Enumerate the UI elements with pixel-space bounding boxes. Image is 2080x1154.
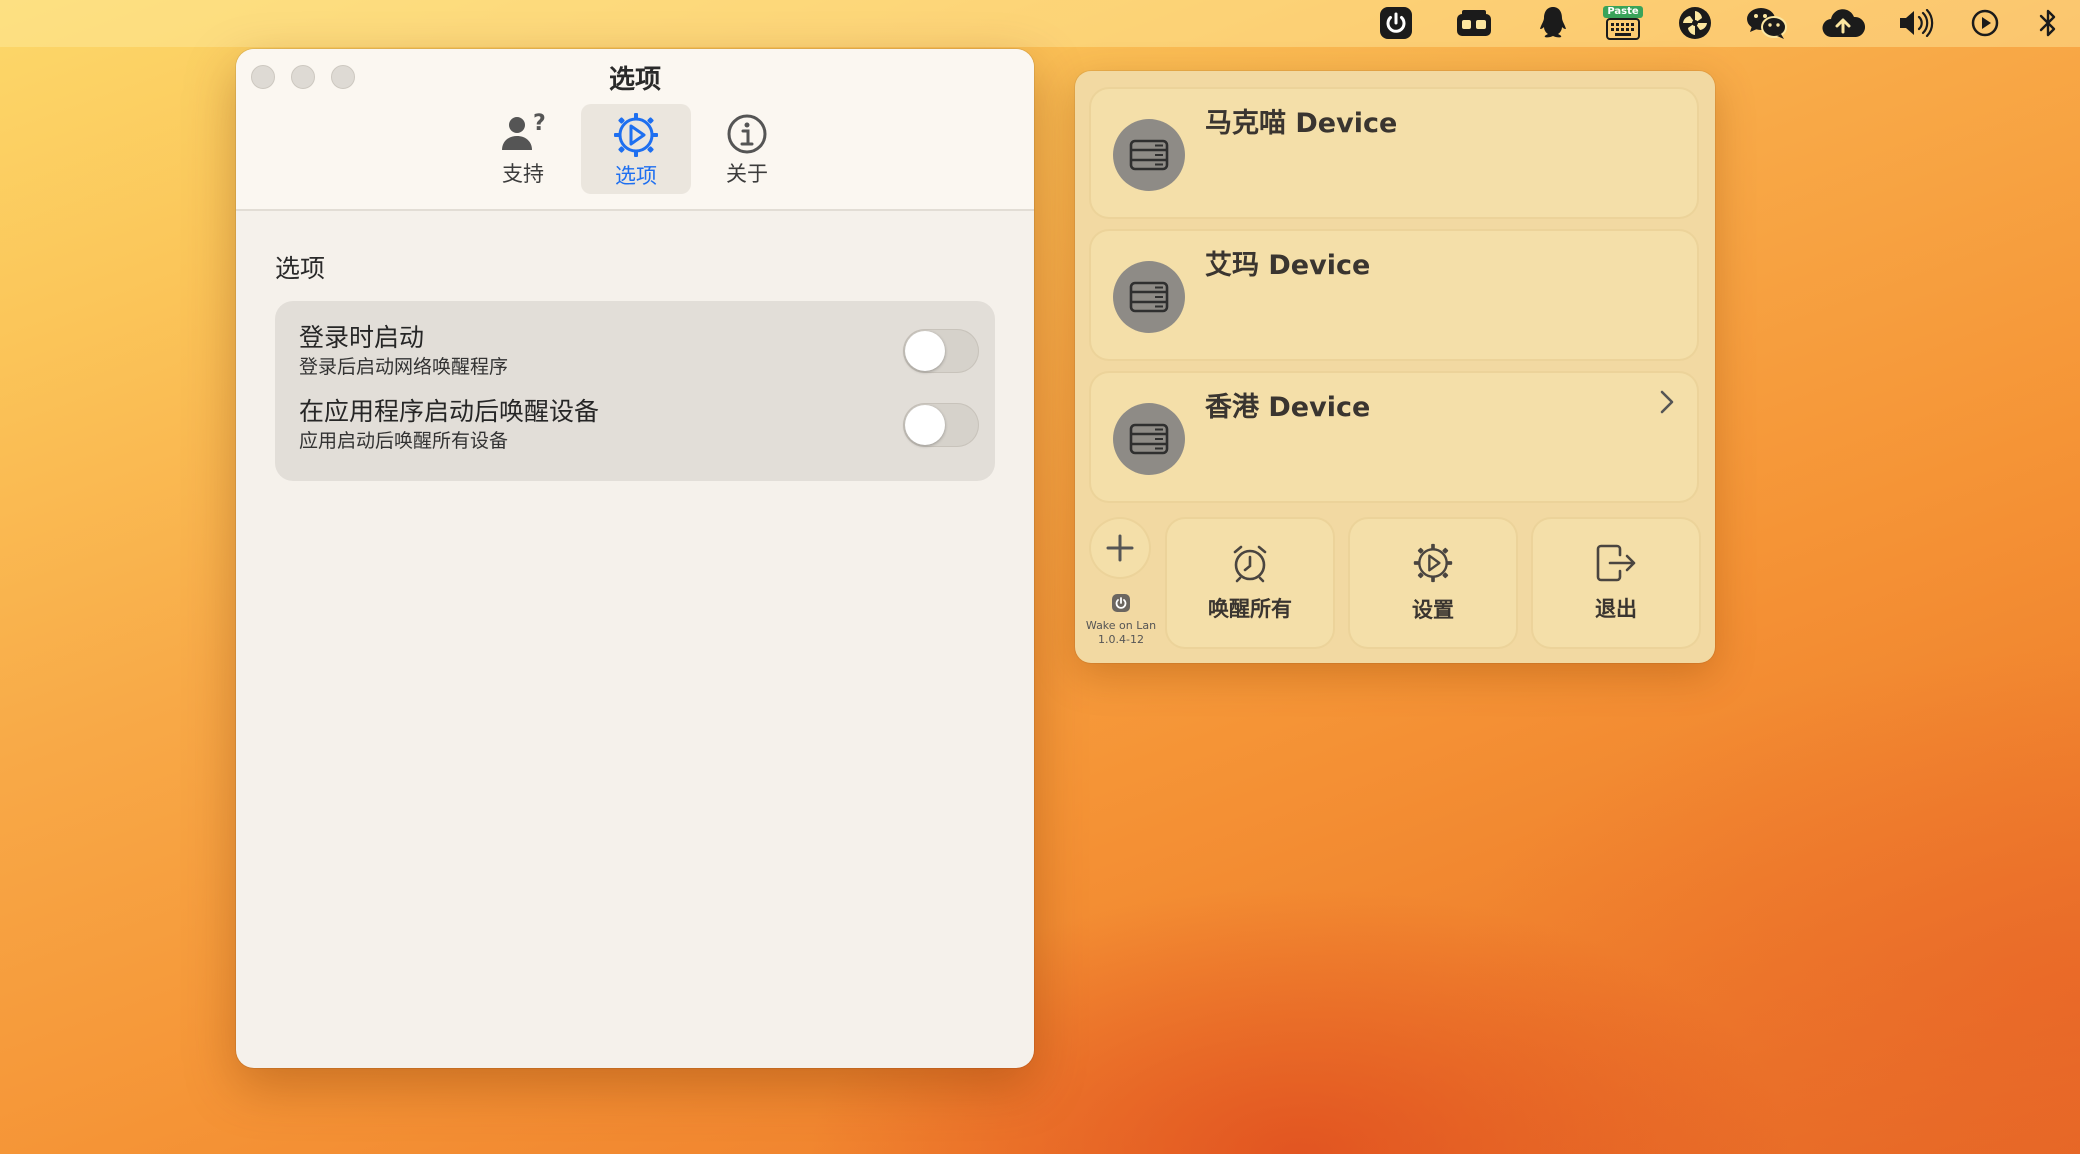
svg-text:?: ? <box>533 112 546 136</box>
device-avatar <box>1113 119 1185 191</box>
launch-at-login-toggle[interactable] <box>903 329 979 373</box>
qq-penguin-icon[interactable] <box>1536 4 1570 42</box>
tab-about-label: 关于 <box>726 162 768 186</box>
paste-badge: Paste <box>1603 6 1643 18</box>
server-icon <box>1129 139 1169 171</box>
tab-support-label: 支持 <box>502 162 544 186</box>
option-title: 登录时启动 <box>299 323 425 352</box>
app-version: 1.0.4-12 <box>1098 633 1144 646</box>
play-circle-icon[interactable] <box>1970 4 2000 42</box>
option-row-launch-at-login: 登录时启动 登录后启动网络唤醒程序 <box>299 323 979 385</box>
menu-bar: Paste <box>0 0 2080 47</box>
person-question-icon: ? <box>502 112 546 150</box>
alarm-clock-icon <box>1233 545 1267 583</box>
window-title: 选项 <box>608 65 661 95</box>
volume-icon[interactable] <box>1898 4 1934 42</box>
device-card[interactable]: 马克喵 Device <box>1091 89 1697 217</box>
settings-button[interactable]: 设置 <box>1350 519 1516 647</box>
gear-icon <box>1413 543 1453 583</box>
tab-about[interactable]: 关于 <box>692 104 802 194</box>
device-name: 马克喵 Device <box>1205 108 1398 139</box>
info-icon <box>727 114 767 154</box>
wake-all-button[interactable]: 唤醒所有 <box>1167 519 1333 647</box>
quit-button[interactable]: 退出 <box>1533 519 1699 647</box>
device-avatar <box>1113 403 1185 475</box>
wake-on-launch-toggle[interactable] <box>903 403 979 447</box>
server-icon <box>1129 281 1169 313</box>
tab-options-label: 选项 <box>615 164 657 188</box>
power-icon[interactable] <box>1378 4 1414 42</box>
tab-support[interactable]: ? 支持 <box>468 104 578 194</box>
plus-icon <box>1106 534 1134 562</box>
option-row-wake-on-launch: 在应用程序启动后唤醒设备 应用启动后唤醒所有设备 <box>299 397 979 459</box>
wechat-icon[interactable] <box>1746 4 1788 42</box>
device-name: 艾玛 Device <box>1205 250 1371 281</box>
option-subtitle: 应用启动后唤醒所有设备 <box>299 430 509 452</box>
app-name: Wake on Lan <box>1085 619 1157 632</box>
device-avatar <box>1113 261 1185 333</box>
toolbar: 选项 ? 支持 选项 关于 <box>236 49 1034 211</box>
tab-options[interactable]: 选项 <box>581 104 691 194</box>
toggle-knob <box>905 405 945 445</box>
toggle-knob <box>905 331 945 371</box>
device-name: 香港 Device <box>1205 392 1371 423</box>
add-device-button[interactable] <box>1091 519 1149 577</box>
settings-label: 设置 <box>1412 598 1454 622</box>
settings-window: 选项 ? 支持 选项 关于 选项 登录时启动 登录后启动网络唤醒程序 在应用程序… <box>236 49 1034 1068</box>
option-title: 在应用程序启动后唤醒设备 <box>299 397 600 426</box>
options-group: 登录时启动 登录后启动网络唤醒程序 在应用程序启动后唤醒设备 应用启动后唤醒所有… <box>275 301 995 481</box>
section-heading: 选项 <box>275 254 326 283</box>
gear-play-icon <box>614 113 658 157</box>
device-card[interactable]: 艾玛 Device <box>1091 231 1697 359</box>
exit-icon <box>1596 544 1636 582</box>
device-popover: 马克喵 Device 艾玛 Device 香港 Device Wake on L… <box>1075 71 1715 663</box>
quit-label: 退出 <box>1595 597 1637 621</box>
app-power-icon <box>1112 594 1130 612</box>
radio-icon[interactable] <box>1454 4 1494 42</box>
wake-all-label: 唤醒所有 <box>1208 597 1292 621</box>
paste-icon[interactable]: Paste <box>1603 4 1643 42</box>
server-icon <box>1129 423 1169 455</box>
cloud-upload-icon[interactable] <box>1821 4 1865 42</box>
bluetooth-icon[interactable] <box>2036 4 2060 42</box>
app-info: Wake on Lan 1.0.4-12 <box>1079 619 1163 647</box>
option-subtitle: 登录后启动网络唤醒程序 <box>299 356 509 378</box>
pinwheel-icon[interactable] <box>1677 4 1713 42</box>
chevron-right-icon[interactable] <box>1659 389 1675 415</box>
device-card[interactable]: 香港 Device <box>1091 373 1697 501</box>
